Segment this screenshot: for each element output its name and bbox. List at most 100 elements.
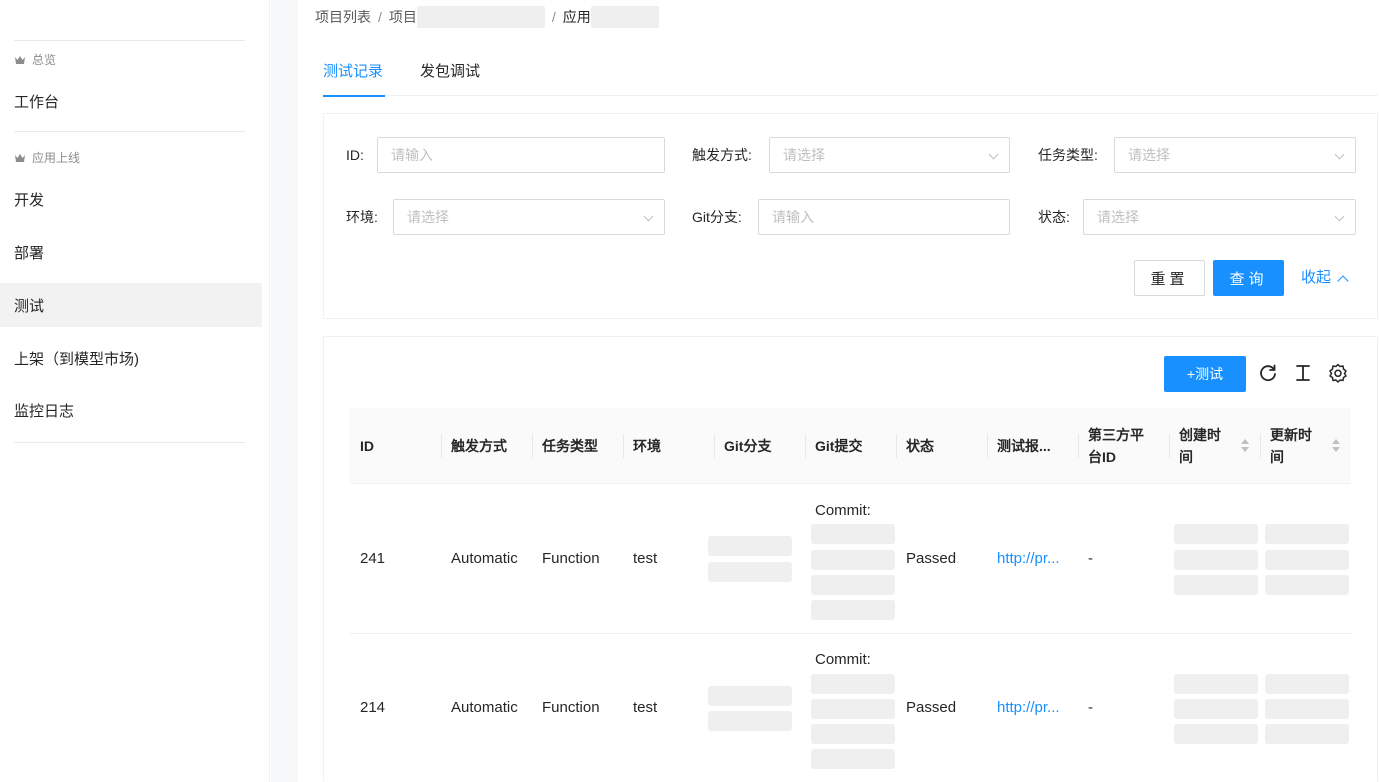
sidebar-item-label: 工作台 (14, 93, 60, 111)
add-test-button[interactable]: +测试 (1164, 356, 1246, 392)
table-row: 241 Automatic Function test Commit: Pass… (350, 484, 1351, 634)
redacted-created-at (1174, 575, 1258, 595)
breadcrumb-separator: / (378, 9, 382, 25)
collapse-label: 收起 (1301, 269, 1332, 286)
sidebar-group-launch: 应用上线 (14, 149, 80, 166)
column-commit: Git提交 (815, 438, 863, 454)
column-separator (1078, 434, 1079, 458)
column-updated-line1: 更新时 (1270, 427, 1312, 443)
trigger-label: 触发方式: (692, 147, 752, 163)
cell-report-link[interactable]: http://pr... (997, 548, 1060, 570)
status-select[interactable]: 请选择 (1083, 199, 1356, 235)
redacted-created-at (1174, 550, 1258, 570)
column-separator (441, 434, 442, 458)
sidebar-divider (14, 442, 245, 443)
content-gutter (271, 0, 298, 782)
reload-icon[interactable] (1257, 362, 1279, 384)
redacted-project-name (416, 6, 545, 28)
redacted-created-at (1174, 699, 1258, 719)
tab-package-debug[interactable]: 发包调试 (420, 60, 484, 96)
sort-icon[interactable] (1332, 439, 1340, 453)
branch-input[interactable]: 请输入 (758, 199, 1010, 235)
cell-commit-label: Commit: (815, 651, 871, 668)
id-input[interactable]: 请输入 (377, 137, 665, 173)
sidebar: 总览 工作台 应用上线 开发 部署 测试 上架（到模型市场) 监控日志 (0, 0, 270, 782)
collapse-link[interactable]: 收起 (1301, 260, 1349, 296)
cell-commit-label: Commit: (815, 502, 871, 519)
redacted-updated-at (1265, 550, 1349, 570)
column-branch: Git分支 (724, 438, 772, 454)
column-task-type: 任务类型 (542, 438, 598, 454)
column-separator (805, 434, 806, 458)
column-third-party-line2: 台ID (1088, 449, 1116, 465)
id-placeholder: 请输入 (391, 147, 433, 163)
sidebar-item-label: 上架（到模型市场) (14, 350, 139, 368)
sidebar-divider (14, 131, 245, 132)
column-separator (1169, 434, 1170, 458)
cell-task-type: Function (542, 550, 600, 567)
task-type-label: 任务类型: (1038, 147, 1098, 163)
status-label: 状态: (1038, 209, 1070, 225)
redacted-updated-at (1265, 524, 1349, 544)
cell-trigger: Automatic (451, 550, 518, 567)
sidebar-item-deploy[interactable]: 部署 (0, 230, 262, 274)
cell-env: test (633, 550, 658, 567)
cell-report-link[interactable]: http://pr... (997, 697, 1060, 719)
column-height-icon[interactable] (1292, 362, 1314, 384)
redacted-app-name (590, 6, 659, 28)
breadcrumb-project[interactable]: 项目 (389, 7, 417, 27)
cell-trigger: Automatic (451, 699, 518, 716)
reset-button[interactable]: 重置 (1134, 260, 1205, 296)
column-separator (1260, 434, 1261, 458)
column-separator (896, 434, 897, 458)
sidebar-item-workbench[interactable]: 工作台 (0, 79, 262, 123)
cell-id: 214 (360, 699, 386, 716)
tab-bar: 测试记录 发包调试 (323, 60, 1378, 97)
filter-panel: ID: 请输入 触发方式: 请选择 任务类型: 请选择 环境: 请选择 Git分… (323, 113, 1378, 319)
sidebar-group-overview: 总览 (14, 51, 56, 68)
column-env: 环境 (633, 438, 661, 454)
sort-icon[interactable] (1241, 439, 1249, 453)
query-button[interactable]: 查询 (1213, 260, 1284, 296)
column-updated-line2: 间 (1270, 449, 1284, 465)
column-trigger: 触发方式 (451, 438, 507, 454)
redacted-commit (811, 749, 895, 769)
status-placeholder: 请选择 (1097, 209, 1139, 225)
breadcrumb-project-list[interactable]: 项目列表 (315, 7, 371, 27)
chevron-down-icon (643, 211, 654, 222)
id-label: ID: (346, 147, 364, 163)
settings-icon[interactable] (1327, 362, 1349, 384)
redacted-commit (811, 600, 895, 620)
redacted-commit (811, 674, 895, 694)
task-type-select[interactable]: 请选择 (1114, 137, 1356, 173)
redacted-commit (811, 724, 895, 744)
column-updated-at[interactable]: 更新时 间 (1270, 408, 1312, 484)
env-placeholder: 请选择 (407, 209, 449, 225)
sidebar-item-monitor[interactable]: 监控日志 (0, 388, 262, 432)
tab-test-records[interactable]: 测试记录 (323, 60, 385, 97)
sidebar-item-publish[interactable]: 上架（到模型市场) (0, 336, 262, 380)
column-status: 状态 (906, 438, 934, 454)
column-separator (714, 434, 715, 458)
cell-third-party-id: - (1088, 699, 1093, 716)
branch-label: Git分支: (692, 209, 742, 225)
chevron-up-icon (1337, 274, 1349, 287)
column-third-party-line1: 第三方平 (1088, 427, 1144, 443)
column-created-at[interactable]: 创建时 间 (1179, 408, 1221, 484)
redacted-updated-at (1265, 724, 1349, 744)
sidebar-item-test[interactable]: 测试 (0, 283, 262, 327)
redacted-branch (708, 536, 792, 556)
trigger-select[interactable]: 请选择 (769, 137, 1010, 173)
column-created-line1: 创建时 (1179, 427, 1221, 443)
sidebar-group-label: 应用上线 (32, 151, 81, 165)
table-header: ID 触发方式 任务类型 环境 Git分支 Git提交 状态 测试报... 第三… (350, 408, 1351, 484)
results-panel: +测试 ID 触发方式 任务类型 环境 Git分支 Git提交 状态 测试报..… (323, 336, 1378, 782)
env-select[interactable]: 请选择 (393, 199, 665, 235)
breadcrumb-separator: / (551, 9, 556, 25)
column-separator (623, 434, 624, 458)
column-created-line2: 间 (1179, 449, 1193, 465)
crown-icon (15, 153, 25, 162)
sidebar-group-label: 总览 (32, 53, 57, 67)
breadcrumb-app: 应用 (562, 9, 591, 25)
sidebar-item-develop[interactable]: 开发 (0, 177, 262, 221)
